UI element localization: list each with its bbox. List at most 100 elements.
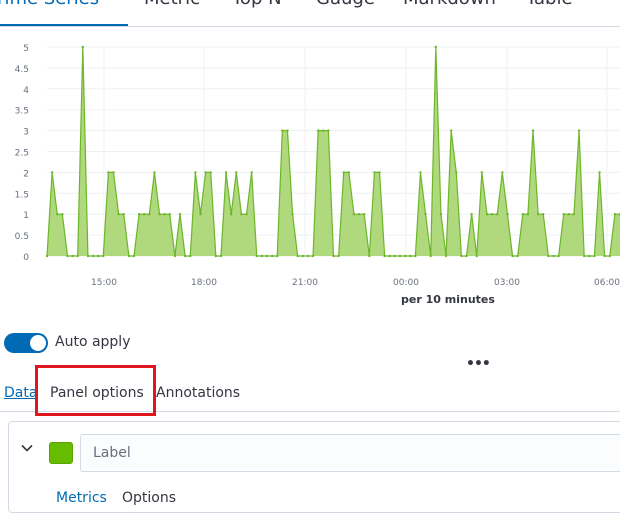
chevron-down-icon[interactable] (21, 442, 33, 454)
data-point (378, 171, 381, 174)
data-point (485, 213, 489, 216)
x-tick-label: 15:00 (91, 278, 117, 288)
data-point (245, 213, 248, 216)
data-point (567, 213, 571, 216)
x-tick-label: 03:00 (494, 278, 520, 288)
y-tick-label: 2 (23, 169, 29, 179)
data-point (45, 254, 49, 258)
data-point (562, 213, 565, 216)
tab-annotations[interactable]: Annotations (156, 385, 240, 401)
x-axis-label: per 10 minutes (401, 293, 495, 306)
tab-gauge[interactable]: Gauge (316, 0, 375, 9)
y-tick-label: 4 (23, 86, 29, 96)
series-panel: Metrics Options (8, 421, 620, 513)
data-point (122, 213, 125, 216)
data-point (158, 213, 161, 216)
data-point (434, 45, 438, 49)
y-tick-label: 5 (23, 44, 29, 54)
tab-metric[interactable]: Metric (144, 0, 200, 9)
data-point (327, 129, 330, 132)
data-point (531, 129, 535, 132)
data-point (91, 254, 95, 258)
y-tick-label: 0 (23, 253, 29, 263)
data-point (465, 254, 468, 258)
data-point (270, 254, 274, 258)
data-point (61, 213, 64, 216)
data-point (265, 254, 269, 258)
data-point (102, 254, 105, 258)
data-point (552, 254, 555, 258)
y-tick-label: 0.5 (15, 232, 29, 242)
subtab-options[interactable]: Options (122, 490, 176, 506)
data-point (572, 213, 576, 216)
y-tick-label: 4.5 (15, 65, 29, 75)
data-point (209, 171, 212, 174)
data-point (96, 254, 100, 258)
data-point (470, 213, 473, 216)
data-point (306, 254, 310, 258)
data-point (613, 213, 617, 216)
data-point (153, 171, 156, 174)
data-point (178, 213, 182, 216)
more-options-icon[interactable]: ••• (466, 356, 491, 372)
data-point (71, 254, 74, 258)
data-point (250, 171, 253, 174)
x-tick-label: 21:00 (292, 278, 318, 288)
series-color-swatch[interactable] (49, 442, 73, 464)
data-point (409, 254, 412, 258)
y-tick-label: 3 (23, 128, 29, 138)
subtab-metrics[interactable]: Metrics (56, 490, 107, 506)
tab-data[interactable]: Data (4, 385, 37, 401)
data-point (357, 213, 361, 216)
series-label-input[interactable] (80, 434, 620, 472)
data-point (588, 254, 591, 258)
data-point (194, 171, 197, 174)
data-point (368, 254, 371, 258)
data-point (521, 213, 524, 216)
data-point (577, 129, 581, 132)
auto-apply-switch[interactable] (4, 333, 48, 353)
tab-markdown[interactable]: Markdown (403, 0, 496, 9)
data-point (403, 254, 407, 258)
time-series-chart[interactable]: 0 0.5 1 1.5 2 2.5 3 3.5 4 4.5 5 15:00 18:00 21:00 00:0… (0, 30, 620, 310)
data-point (117, 213, 120, 216)
tab-top-n[interactable]: Top N (232, 0, 282, 9)
data-point (137, 213, 141, 216)
data-point (337, 254, 340, 258)
data-point (50, 171, 54, 174)
data-point (460, 254, 463, 258)
data-point (557, 254, 560, 258)
data-point (66, 254, 69, 258)
data-point (511, 254, 514, 258)
data-point (536, 213, 540, 216)
data-point (582, 254, 586, 258)
data-point (260, 254, 264, 258)
x-tick-label: 06:00 (594, 278, 620, 288)
x-tick-label: 00:00 (393, 278, 419, 288)
data-point (363, 213, 366, 216)
data-point (276, 254, 279, 258)
visualization-type-tabs: Time Series Metric Top N Gauge Markdown … (0, 0, 620, 27)
data-point (444, 254, 448, 258)
data-point (429, 254, 432, 258)
tab-time-series[interactable]: Time Series (0, 0, 99, 9)
data-point (183, 254, 187, 258)
data-point (199, 213, 202, 216)
data-point (598, 171, 601, 174)
data-point (439, 213, 443, 216)
tab-table[interactable]: Table (526, 0, 573, 9)
data-point (347, 171, 351, 174)
data-point (255, 254, 258, 258)
data-point (291, 213, 294, 216)
data-point (214, 254, 218, 258)
data-point (229, 213, 233, 216)
y-tick-label: 1 (23, 211, 29, 221)
data-point (398, 254, 402, 258)
y-tick-label: 3.5 (15, 107, 29, 117)
data-point (107, 171, 110, 174)
y-tick-label: 1.5 (15, 190, 29, 200)
data-point (189, 254, 192, 258)
data-point (281, 129, 284, 132)
data-point (424, 213, 427, 216)
data-point (342, 171, 345, 174)
